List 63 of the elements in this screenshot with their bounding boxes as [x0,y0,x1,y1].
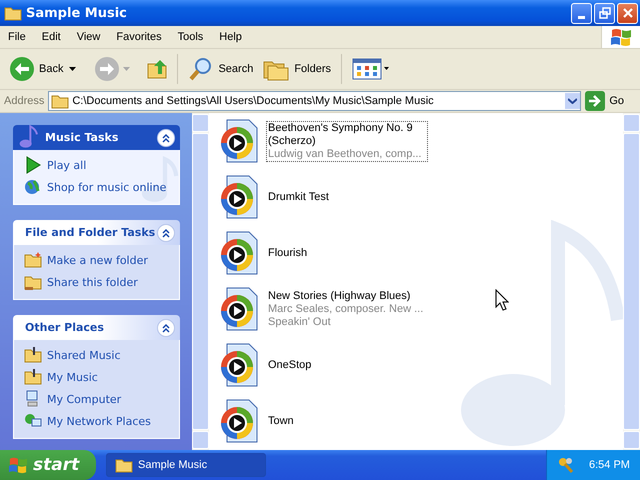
folder-icon [4,5,22,21]
chevron-icon[interactable] [161,322,171,332]
address-field[interactable]: C:\Documents and Settings\All Users\Documents\My Music\Sample Music [48,91,582,111]
media-file-icon [219,287,259,331]
media-file-icon [219,119,259,163]
track-item[interactable]: Drumkit Test [266,190,331,204]
restore-icon [598,7,610,19]
windows-flag-icon [610,27,632,47]
menu-item[interactable]: View [68,31,108,43]
taskbar-button[interactable]: Sample Music [106,453,266,477]
task-link[interactable]: Shop for music online [47,180,166,194]
folders-button[interactable]: Folders [259,55,334,83]
menu-item[interactable]: Favorites [108,31,170,43]
track-item[interactable]: Beethoven's Symphony No. 9 (Scherzo) Ludwig van Beethoven, comp... [266,120,428,162]
menu-item[interactable]: Help [211,31,250,43]
close-button[interactable] [617,2,638,24]
media-file-icon [219,399,259,443]
scrollbar[interactable] [623,113,640,450]
menu-item[interactable]: Edit [34,31,69,43]
track-item[interactable]: New Stories (Highway Blues) Marc Seales, composer. New ... Speakin' Out [266,288,426,330]
restore-button[interactable] [594,2,615,24]
task-link[interactable]: Shared Music [47,348,121,362]
chevron-icon[interactable] [161,132,171,142]
task-link[interactable]: My Network Places [47,414,151,428]
task-link[interactable]: Play all [47,158,86,172]
windows-flag-icon [8,456,28,474]
panel-header[interactable]: Music Tasks [13,125,180,150]
address-label: Address [4,95,44,107]
scrollbar[interactable] [192,113,209,450]
panel-header[interactable]: Other Places [13,315,180,340]
back-button[interactable]: Back [6,54,66,84]
clock: 6:54 PM [589,459,630,471]
search-button[interactable]: Search [185,54,256,84]
views-icon [352,58,390,80]
chevron-icon[interactable] [161,228,171,238]
window-title: Sample Music [26,6,127,20]
folder-icon [115,458,133,472]
globe-icon [24,178,42,196]
track-item[interactable]: OneStop [266,358,314,372]
minimize-button[interactable] [571,2,592,24]
close-icon [622,7,634,19]
menu-item[interactable]: File [0,31,34,43]
folder-icon [51,94,70,108]
play-icon [24,156,42,174]
minimize-icon [578,16,585,18]
music-note-icon [17,125,41,149]
task-link[interactable]: My Music [47,370,98,384]
mouse-pointer-icon [495,289,509,311]
track-item[interactable]: Flourish [266,246,310,260]
folder-icon [24,346,42,364]
task-link[interactable]: My Computer [47,392,122,406]
folder-icon [24,251,42,269]
media-file-icon [219,343,259,387]
folder-icon [24,368,42,386]
task-link[interactable]: Make a new folder [47,254,148,266]
panel-header[interactable]: File and Folder Tasks [13,220,180,245]
media-file-icon [219,231,259,275]
go-button[interactable]: Go [585,91,636,111]
media-file-icon [219,175,259,219]
menu-item[interactable]: Tools [170,31,212,43]
dropdown-arrow-icon[interactable] [69,66,78,72]
track-item[interactable]: Town [266,414,296,428]
task-link[interactable]: Share this folder [47,276,138,288]
